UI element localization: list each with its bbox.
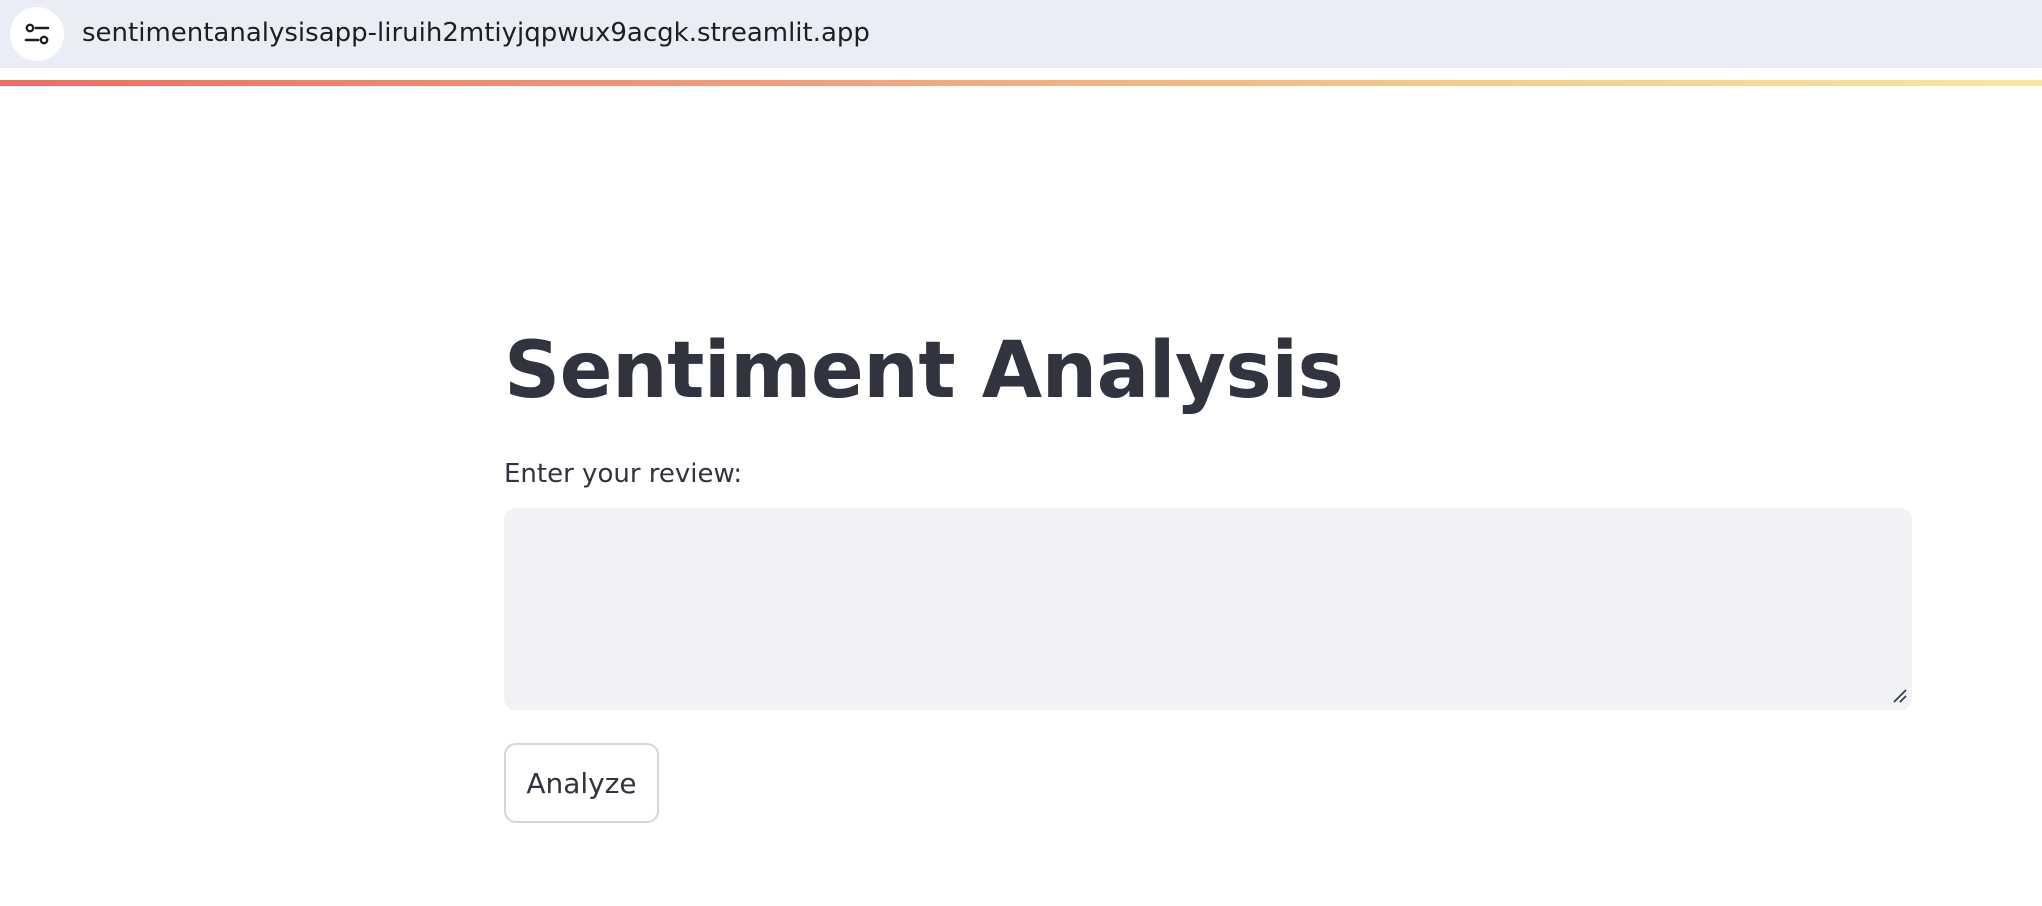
site-info-button[interactable] <box>10 7 64 61</box>
streamlit-header-decoration <box>0 80 2042 86</box>
analyze-button[interactable]: Analyze <box>504 743 659 823</box>
tune-sliders-icon <box>24 23 50 45</box>
review-field-label: Enter your review: <box>504 459 743 489</box>
page-title: Sentiment Analysis <box>504 326 1344 416</box>
browser-address-bar: sentimentanalysisapp-liruih2mtiyjqpwux9a… <box>0 0 2042 68</box>
address-url[interactable]: sentimentanalysisapp-liruih2mtiyjqpwux9a… <box>82 15 870 51</box>
review-textarea[interactable] <box>504 508 1912 710</box>
resize-handle-icon[interactable] <box>1892 688 1908 704</box>
